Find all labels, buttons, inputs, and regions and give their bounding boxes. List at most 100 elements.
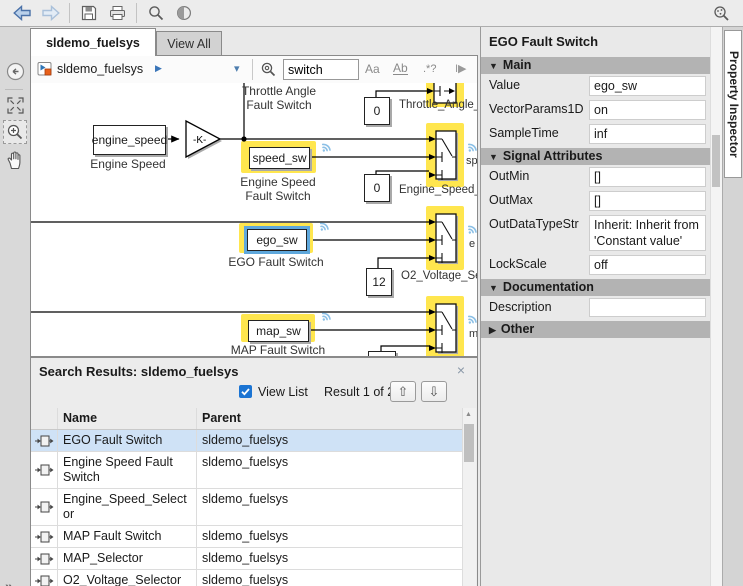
model-canvas[interactable]: -K- engine_speed Engine Speed Throttle bbox=[31, 83, 477, 356]
table-row[interactable]: MAP_Selector sldemo_fuelsys bbox=[31, 548, 462, 570]
forward-icon[interactable] bbox=[38, 2, 62, 24]
close-icon[interactable]: × bbox=[457, 362, 465, 378]
model-icon bbox=[37, 61, 53, 82]
signal-logging-icon bbox=[318, 141, 331, 159]
chevron-right-icon: ▶ bbox=[489, 322, 496, 339]
constant-zero-block[interactable]: 0 bbox=[364, 174, 390, 202]
save-icon[interactable] bbox=[77, 2, 101, 24]
model-editor: sldemo_fuelsys ▶ ▾ Aa Ab .*? I▶ bbox=[30, 55, 478, 357]
block-label: Throttle_Angle_Se bbox=[399, 99, 477, 111]
zoom-search-icon[interactable] bbox=[709, 2, 733, 24]
property-row: SampleTime inf bbox=[481, 122, 722, 146]
search-options-icon[interactable] bbox=[260, 61, 278, 83]
block-label: Engine Speed bbox=[90, 157, 165, 171]
inspector-scrollbar[interactable] bbox=[710, 27, 722, 586]
property-value-field[interactable]: inf bbox=[589, 124, 706, 144]
table-row[interactable]: Engine Speed Fault Switch sldemo_fuelsys bbox=[31, 452, 462, 489]
section-documentation[interactable]: ▼Documentation bbox=[481, 279, 722, 296]
result-parent: sldemo_fuelsys bbox=[197, 526, 462, 547]
block-icon bbox=[31, 452, 58, 488]
column-header-parent[interactable]: Parent bbox=[197, 408, 462, 429]
match-case-icon[interactable]: Aa bbox=[365, 62, 380, 76]
match-word-icon[interactable]: Ab bbox=[393, 62, 408, 75]
property-row: LockScale off bbox=[481, 253, 722, 277]
view-list-checkbox[interactable] bbox=[239, 385, 252, 398]
svg-text:-K-: -K- bbox=[193, 135, 206, 146]
block-label: Throttle Angle bbox=[242, 84, 316, 98]
table-row[interactable]: MAP Fault Switch sldemo_fuelsys bbox=[31, 526, 462, 548]
property-name: Description bbox=[489, 298, 589, 314]
property-value-field[interactable]: off bbox=[589, 255, 706, 275]
chevron-down-icon: ▼ bbox=[489, 280, 498, 297]
column-header-name[interactable]: Name bbox=[58, 408, 197, 429]
property-row: VectorParams1D on bbox=[481, 98, 722, 122]
block-icon bbox=[31, 489, 58, 525]
property-value-field[interactable]: Inherit: Inherit from 'Constant value' bbox=[589, 215, 706, 251]
table-row[interactable]: Engine_Speed_Selector sldemo_fuelsys bbox=[31, 489, 462, 526]
property-value-field[interactable]: ego_sw bbox=[589, 76, 706, 96]
section-other[interactable]: ▶Other bbox=[481, 321, 722, 338]
result-name: MAP_Selector bbox=[58, 548, 197, 569]
regex-icon[interactable]: .*? bbox=[423, 63, 436, 75]
tab-view-all[interactable]: View All bbox=[156, 31, 222, 56]
fit-to-view-icon[interactable] bbox=[3, 93, 27, 117]
result-name: O2_Voltage_Selector bbox=[58, 570, 197, 586]
table-header-row: Name Parent bbox=[31, 408, 462, 430]
table-row[interactable]: O2_Voltage_Selector sldemo_fuelsys bbox=[31, 570, 462, 586]
previous-result-button[interactable]: ⇧ bbox=[390, 381, 416, 402]
speed-sw-constant-block[interactable]: speed_sw bbox=[249, 147, 310, 169]
property-row: OutMin [] bbox=[481, 165, 722, 189]
property-name: LockScale bbox=[489, 255, 589, 271]
scrollbar-thumb[interactable] bbox=[464, 424, 474, 462]
property-name: OutMax bbox=[489, 191, 589, 207]
ego-sw-constant-block-selected[interactable]: ego_sw bbox=[247, 229, 307, 251]
property-value-field[interactable]: [] bbox=[589, 167, 706, 187]
pan-hand-icon[interactable] bbox=[3, 148, 27, 172]
contrast-icon[interactable] bbox=[172, 2, 196, 24]
constant-zero-block[interactable]: 0 bbox=[364, 97, 390, 125]
inspector-block-title: EGO Fault Switch bbox=[481, 27, 722, 55]
address-dropdown-icon[interactable]: ▾ bbox=[234, 62, 240, 75]
result-name: Engine Speed Fault Switch bbox=[58, 452, 197, 488]
property-value-field[interactable]: on bbox=[589, 100, 706, 120]
zoom-in-icon[interactable] bbox=[3, 120, 27, 144]
results-scrollbar[interactable]: ▲ bbox=[462, 408, 476, 586]
results-title: Search Results: sldemo_fuelsys bbox=[39, 364, 238, 379]
property-row: OutMax [] bbox=[481, 189, 722, 213]
chevron-down-icon: ▼ bbox=[489, 58, 498, 75]
view-list-label[interactable]: View List bbox=[258, 385, 308, 399]
property-value-field[interactable]: [] bbox=[589, 191, 706, 211]
block-label: Fault Switch bbox=[246, 98, 311, 112]
back-icon[interactable] bbox=[10, 2, 34, 24]
property-inspector-tab[interactable]: Property Inspector bbox=[724, 30, 742, 178]
map-sw-constant-block[interactable]: map_sw bbox=[248, 320, 309, 342]
search-input[interactable] bbox=[283, 59, 359, 80]
scroll-up-icon[interactable]: ▲ bbox=[465, 411, 472, 418]
section-signal-attributes[interactable]: ▼Signal Attributes bbox=[481, 148, 722, 165]
signal-wires: -K- bbox=[31, 83, 477, 356]
table-row[interactable]: EGO Fault Switch sldemo_fuelsys bbox=[31, 430, 462, 452]
simulink-window: » sldemo_fuelsys View All sldemo_fuelsys… bbox=[0, 0, 743, 586]
property-name: OutDataTypeStr bbox=[489, 215, 589, 231]
section-main[interactable]: ▼Main bbox=[481, 57, 722, 74]
print-icon[interactable] bbox=[105, 2, 129, 24]
toolbar-separator bbox=[136, 3, 137, 23]
breadcrumb-caret-icon[interactable]: ▶ bbox=[155, 63, 162, 74]
collapse-browser-icon[interactable] bbox=[3, 59, 27, 83]
engine-speed-constant-block[interactable]: engine_speed bbox=[93, 125, 166, 155]
breadcrumb-model-name[interactable]: sldemo_fuelsys bbox=[57, 62, 143, 76]
constant-block-clipped[interactable] bbox=[368, 351, 396, 356]
search-icon[interactable] bbox=[144, 2, 168, 24]
next-result-button[interactable]: ⇩ bbox=[421, 381, 447, 402]
property-inspector-panel: EGO Fault Switch ▼Main Value ego_sw Vect… bbox=[480, 27, 722, 586]
scrollbar-thumb[interactable] bbox=[712, 135, 720, 187]
result-parent: sldemo_fuelsys bbox=[197, 570, 462, 586]
find-next-icon[interactable]: I▶ bbox=[455, 62, 467, 75]
result-name: Engine_Speed_Selector bbox=[58, 489, 197, 525]
block-label: MAP Fault Switch bbox=[231, 343, 325, 356]
expand-panel-chevrons[interactable]: » bbox=[5, 578, 13, 586]
constant-twelve-block[interactable]: 12 bbox=[366, 268, 392, 296]
tab-sldemo-fuelsys[interactable]: sldemo_fuelsys bbox=[30, 28, 156, 56]
search-results-panel: Search Results: sldemo_fuelsys × View Li… bbox=[30, 357, 478, 586]
property-value-field[interactable] bbox=[589, 298, 706, 317]
